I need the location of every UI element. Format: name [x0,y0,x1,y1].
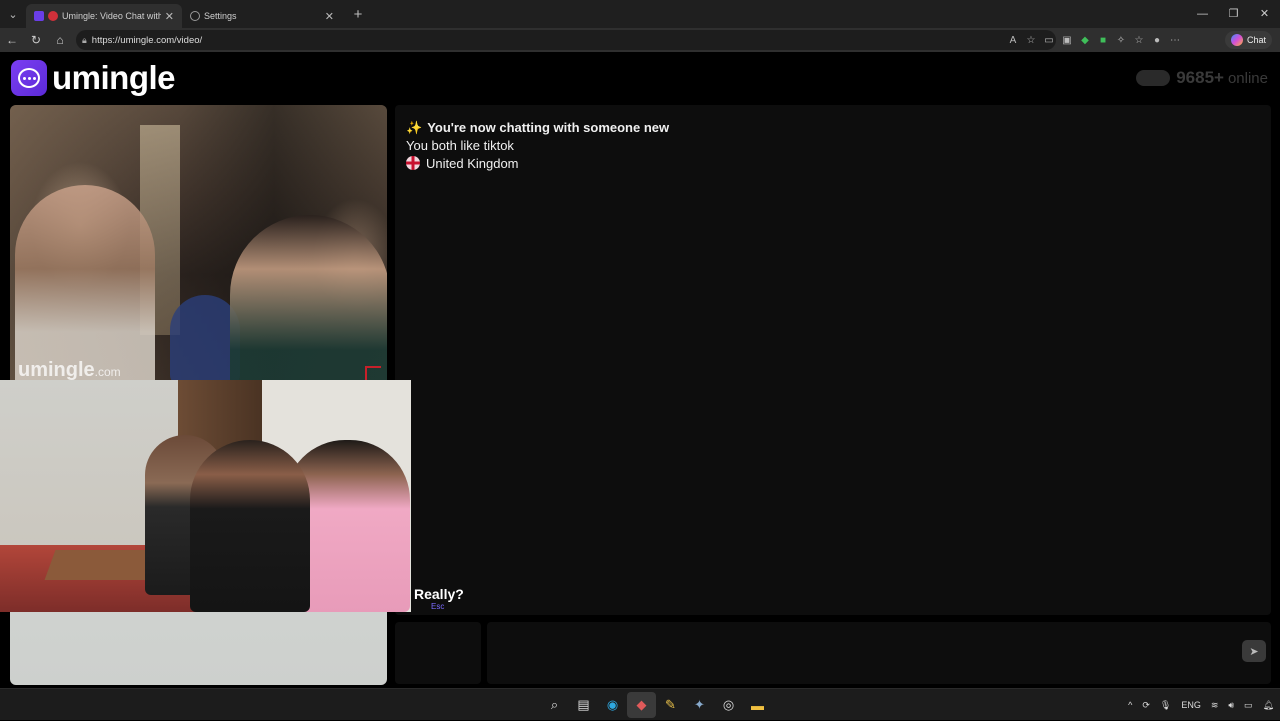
more-menu-icon[interactable]: ⋯ [1166,35,1184,46]
report-flag-icon[interactable] [365,366,381,380]
chat-button-label: Chat [1246,35,1266,45]
new-tab-button[interactable]: + [346,6,370,23]
online-toggle[interactable] [1136,70,1171,86]
mic-icon[interactable]: 🎙︎ [1160,700,1171,711]
volume-icon[interactable]: 🔊︎ [1228,700,1234,711]
window-controls: — ❐ ✕ [1187,0,1280,28]
close-window-icon[interactable]: ✕ [1249,0,1280,28]
chrome-icon[interactable]: ◎ [714,692,743,718]
chat-log: ✨ You're now chatting with someone new Yo… [395,105,1271,615]
restore-icon[interactable]: ❐ [1218,0,1249,28]
chat-country: United Kingdom [406,155,1260,173]
camera-icon[interactable]: ▭ [1040,35,1058,46]
chat-input[interactable] [487,622,1271,684]
site-logo[interactable]: umingle [11,59,176,97]
file-explorer-icon[interactable]: ▬ [743,692,772,718]
profile-avatar-icon[interactable]: ● [1148,35,1166,46]
esc-hint: Esc [431,602,445,611]
online-count: 9685+ [1176,68,1224,87]
davinci-icon[interactable]: ✦ [685,692,714,718]
tray-chevron-icon[interactable]: ^ [1128,700,1132,710]
language-indicator[interactable]: ENG [1181,700,1201,710]
logo-text: umingle [52,59,176,96]
tab-title: Settings [204,11,237,21]
read-aloud-icon[interactable]: A [1004,35,1022,46]
stranger-video: umingle.com [10,105,387,388]
home-icon[interactable]: ⌂ [48,33,72,47]
copilot-icon [1230,34,1243,46]
video-watermark: umingle.com [18,359,121,381]
start-windows-icon[interactable] [511,692,540,718]
edge-browser-icon[interactable]: ◉ [598,692,627,718]
chat-bubble-logo-icon [11,60,47,96]
pen-app-icon[interactable]: ✎ [656,692,685,718]
notification-bell-icon[interactable]: 🔔︎ [1263,700,1274,711]
app-icon[interactable]: ◆ [627,692,656,718]
tab-list-chevron-icon[interactable]: ⌄ [0,0,26,28]
back-icon[interactable]: ← [0,33,24,47]
url-text: https://umingle.com/video/ [91,34,203,46]
send-icon: ➤ [1249,645,1259,658]
address-toolbar: ← ↻ ⌂ 🔒︎ https://umingle.com/video/ A ☆ … [0,28,1280,52]
extension-green-icon[interactable]: ■ [1094,35,1112,46]
shield-icon[interactable]: ◆ [1076,35,1094,46]
toolbar-icons: A ☆ ▭ ▣ ◆ ■ ✧ ☆ ● ⋯ [1004,28,1184,52]
battery-icon[interactable]: ▭ [1244,700,1253,711]
uk-flag-icon [406,156,420,170]
chat-system-message: ✨ You're now chatting with someone new [406,120,670,135]
chat-common-interest: You both like tiktok [406,138,514,153]
tab-title: Umingle: Video Chat with Str [62,11,161,21]
copilot-chat-button[interactable]: Chat [1224,31,1272,49]
wifi-icon[interactable]: ≋ [1211,700,1219,711]
refresh-icon[interactable]: ↻ [24,33,48,47]
browser-tab-bar: ⌄ Umingle: Video Chat with Str ✕ Setting… [0,0,1280,28]
favorite-star-icon[interactable]: ☆ [1022,35,1040,46]
sync-icon[interactable]: ⟳ [1142,700,1150,711]
favorites-icon[interactable]: ☆ [1130,35,1148,46]
tab-umingle[interactable]: Umingle: Video Chat with Str ✕ [26,4,182,28]
gear-icon [190,11,200,21]
stop-button[interactable] [395,622,481,684]
windows-taskbar: ⌕ ▤ ◉ ◆ ✎ ✦ ◎ ▬ ^ ⟳ 🎙︎ ENG ≋ 🔊︎ ▭ 🔔︎ [0,688,1280,720]
system-tray: ^ ⟳ 🎙︎ ENG ≋ 🔊︎ ▭ 🔔︎ [1118,689,1274,721]
online-label: online [1227,69,1268,87]
recording-icon [48,11,58,21]
lock-icon: 🔒︎ [82,34,87,45]
stop-button-label[interactable]: Really? [414,586,464,602]
minimize-icon[interactable]: — [1187,0,1218,28]
search-icon[interactable]: ⌕ [540,692,569,718]
extension-icon[interactable]: ▣ [1058,35,1076,46]
close-tab-icon[interactable]: ✕ [165,10,174,23]
close-tab-icon[interactable]: ✕ [325,10,334,23]
extensions-puzzle-icon[interactable]: ✧ [1112,35,1130,46]
online-indicator: 9685+ online [1136,68,1268,88]
taskbar-apps: ⌕ ▤ ◉ ◆ ✎ ✦ ◎ ▬ [511,689,772,721]
umingle-favicon-icon [34,11,44,21]
url-bar[interactable]: 🔒︎ https://umingle.com/video/ [76,30,1056,50]
task-view-icon[interactable]: ▤ [569,692,598,718]
sparkle-icon: ✨ [406,120,423,135]
streamer-webcam-overlay [0,380,411,612]
send-button[interactable]: ➤ [1242,640,1266,662]
tab-settings[interactable]: Settings ✕ [182,4,342,28]
